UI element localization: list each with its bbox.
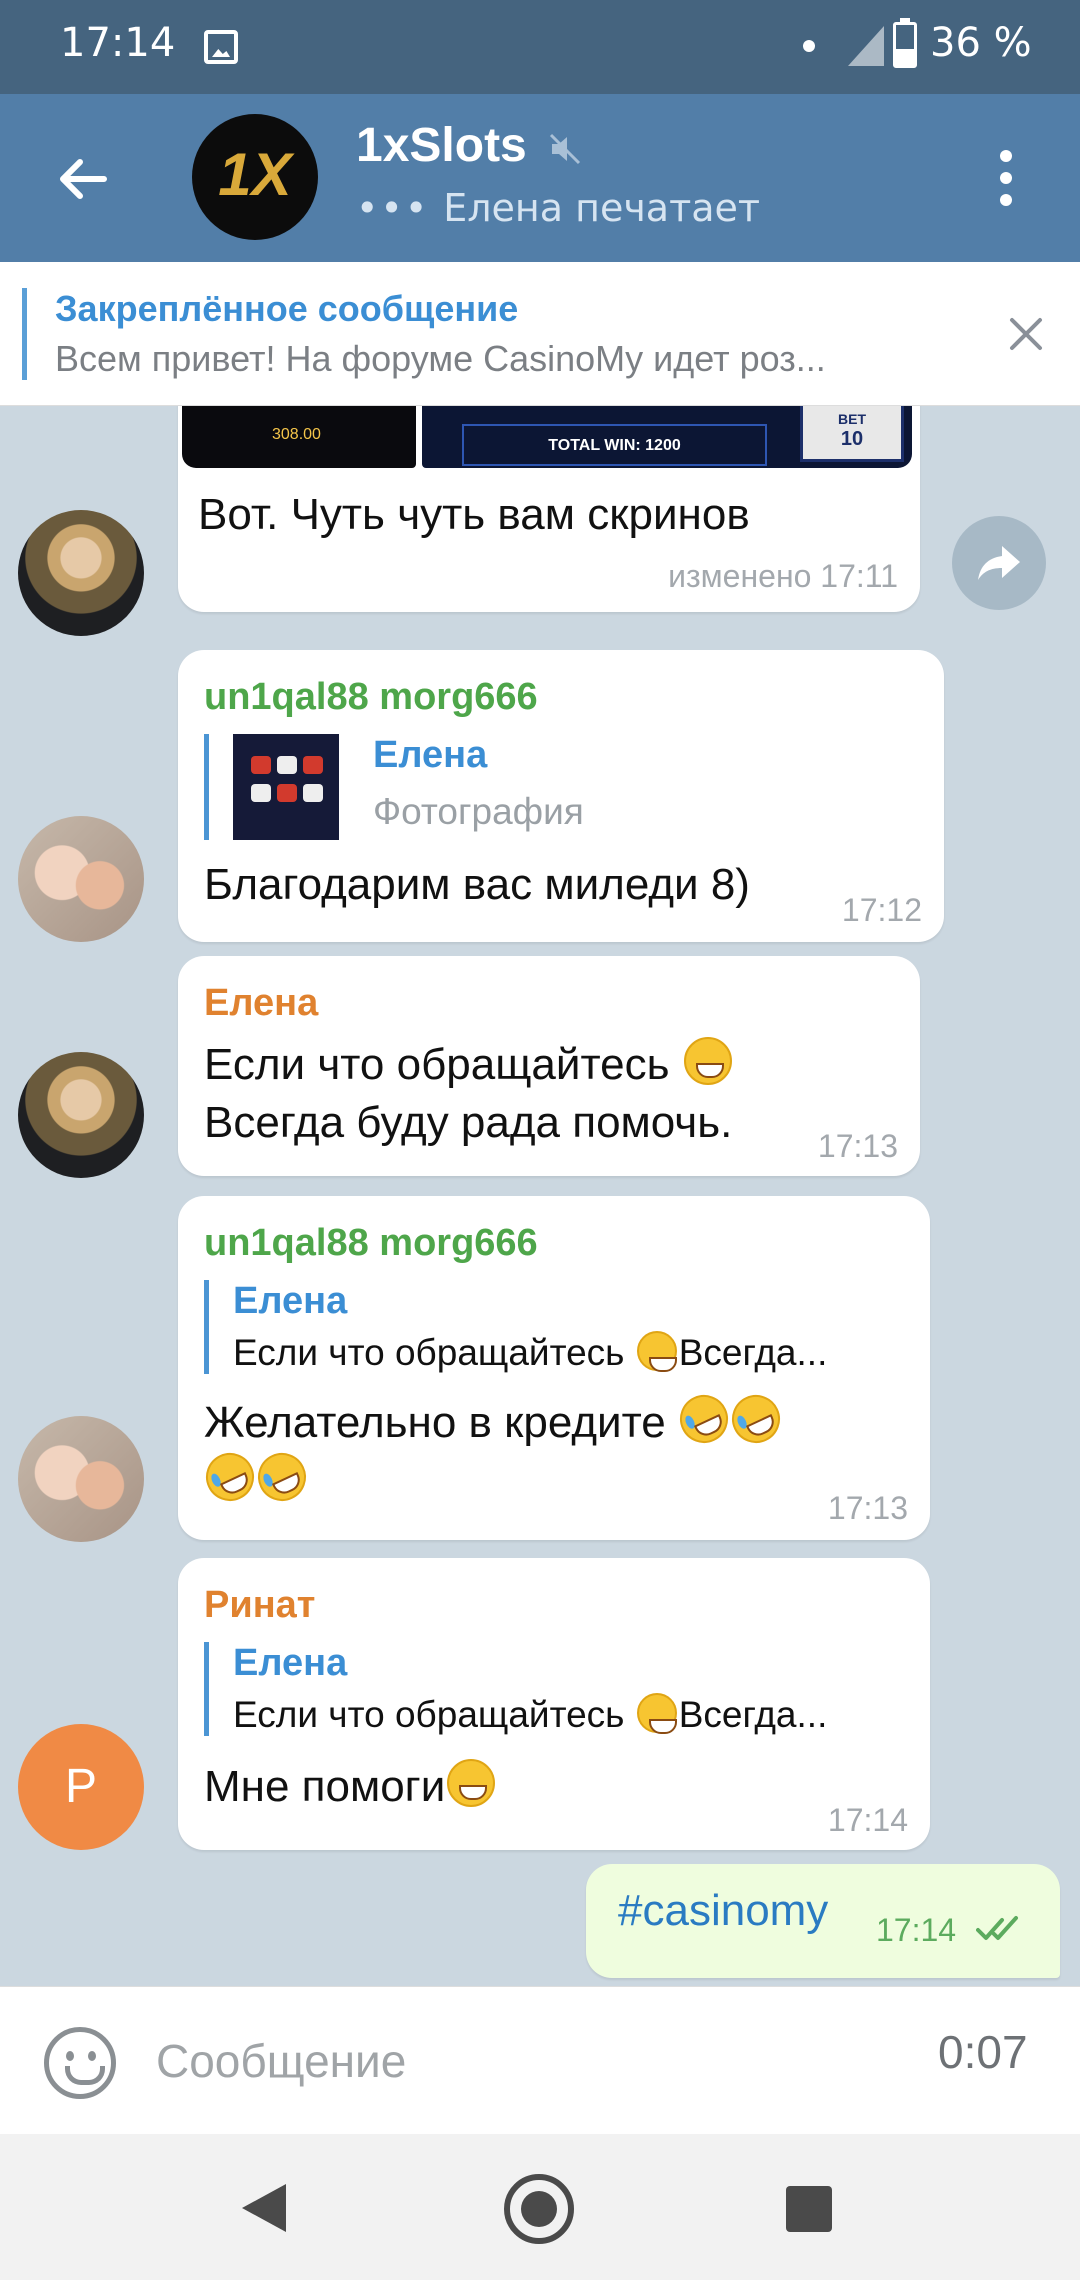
pinned-accent-bar — [22, 288, 27, 380]
status-time: 17:14 — [60, 20, 176, 66]
screenshot-album[interactable]: 308.00 TOTAL WIN: 1200 BET 10 — [182, 406, 912, 468]
reply-text-part: Всегда... — [678, 1694, 828, 1735]
avatar-rinat[interactable]: Р — [18, 1724, 144, 1850]
reply-text: Если что обращайтесь Всегда... — [233, 1331, 894, 1374]
forward-icon — [978, 546, 1020, 580]
reply-preview[interactable]: Елена Фотография — [204, 734, 584, 840]
reply-text-part: Всегда... — [678, 1332, 828, 1373]
signal-icon — [848, 26, 884, 66]
rofl-emoji-icon — [250, 1445, 314, 1509]
message-bubble[interactable]: un1qal88 morg666 Елена Если что обращайт… — [178, 1196, 930, 1540]
grinning-emoji-icon — [636, 1331, 677, 1372]
record-time: 0:07 — [938, 2026, 1028, 2078]
message-text-content: Желательно в кредите — [204, 1398, 666, 1447]
screenshot-bet-box: BET 10 — [800, 406, 904, 462]
typing-dots-icon: ••• — [356, 186, 430, 230]
screenshot-photo-1[interactable]: 308.00 — [182, 406, 416, 468]
gallery-notification-icon — [204, 30, 238, 64]
reply-preview[interactable]: Елена Если что обращайтесь Всегда... — [204, 1642, 894, 1736]
forward-button[interactable] — [952, 516, 1046, 610]
mute-icon — [549, 133, 581, 165]
reply-name: Елена — [373, 734, 488, 776]
reply-photo-thumbnail — [233, 734, 339, 840]
message-text-line-2: Всегда буду рада помочь. — [204, 1098, 733, 1147]
nav-back-icon[interactable] — [242, 2184, 286, 2232]
avatar-un1qal88[interactable] — [18, 816, 144, 942]
avatar-elena[interactable] — [18, 1052, 144, 1178]
channel-avatar[interactable]: 1X — [192, 114, 318, 240]
message-time: изменено 17:11 — [668, 558, 898, 594]
nav-home-icon[interactable] — [504, 2174, 574, 2244]
message-input[interactable] — [156, 2025, 856, 2097]
message-bubble[interactable]: 308.00 TOTAL WIN: 1200 BET 10 Вот. Чуть ч… — [178, 406, 920, 612]
message-text: Если что обращайтесь — [204, 1040, 670, 1089]
reply-preview[interactable]: Елена Если что обращайтесь Всегда... — [204, 1280, 894, 1374]
message-bubble[interactable]: Ринат Елена Если что обращайтесь Всегда.… — [178, 1558, 930, 1850]
message-composer: 0:07 — [0, 1986, 1080, 2134]
screenshot-total-win: TOTAL WIN: 1200 — [462, 424, 767, 466]
pinned-title: Закреплённое сообщение — [55, 288, 519, 329]
screenshot-bet-label: BET — [838, 411, 866, 427]
grinning-emoji-icon — [683, 1037, 732, 1085]
pinned-message[interactable]: Закреплённое сообщение Всем привет! На ф… — [0, 262, 1080, 406]
message-text: Мне помоги — [204, 1758, 497, 1816]
reply-text-part: Если что обращайтесь — [233, 1332, 625, 1373]
message-text: Вот. Чуть чуть вам скринов — [198, 490, 750, 539]
reply-name: Елена — [233, 1280, 348, 1322]
message-time: 17:13 — [827, 1490, 908, 1526]
typing-status: ••• Елена печатает — [356, 186, 760, 230]
pinned-text: Всем привет! На форуме CasinoMy идет роз… — [55, 338, 826, 379]
reply-text-part: Если что обращайтесь — [233, 1694, 625, 1735]
screenshot-photo-2[interactable]: TOTAL WIN: 1200 BET 10 — [422, 406, 912, 468]
battery-icon — [893, 18, 917, 68]
back-arrow-icon — [60, 159, 107, 199]
outgoing-message-bubble[interactable]: #casinomy 17:14 — [586, 1864, 1060, 1978]
avatar-elena[interactable] — [18, 510, 144, 636]
emoji-icon[interactable] — [44, 2027, 116, 2099]
chat-header: 1X 1xSlots ••• Елена печатает — [0, 94, 1080, 262]
message-sender[interactable]: un1qal88 morg666 — [204, 676, 538, 719]
message-bubble[interactable]: un1qal88 morg666 Елена Фотография Благод… — [178, 650, 944, 942]
grinning-emoji-icon — [447, 1759, 496, 1807]
reply-text: Фотография — [373, 791, 584, 832]
message-bubble[interactable]: Елена Если что обращайтесь Всегда буду р… — [178, 956, 920, 1176]
reply-name: Елена — [233, 1642, 348, 1684]
message-text-line-1: Если что обращайтесь — [204, 1036, 734, 1094]
grinning-emoji-icon — [636, 1693, 677, 1734]
message-sender[interactable]: Елена — [204, 982, 318, 1025]
avatar-un1qal88[interactable] — [18, 1416, 144, 1542]
rofl-emoji-icon — [724, 1387, 788, 1451]
message-text-content: Мне помоги — [204, 1762, 446, 1811]
message-list[interactable]: 308.00 TOTAL WIN: 1200 BET 10 Вот. Чуть ч… — [0, 406, 1080, 1986]
screenshot-win-value: 308.00 — [272, 426, 321, 443]
message-sender[interactable]: un1qal88 morg666 — [204, 1222, 538, 1265]
message-time: 17:12 — [841, 892, 922, 928]
close-icon[interactable] — [1004, 312, 1048, 356]
rofl-emoji-icon — [672, 1387, 736, 1451]
status-bar: 17:14 36 % — [0, 0, 1080, 94]
message-text: Желательно в кредите — [198, 1387, 844, 1510]
more-vert-icon[interactable] — [990, 144, 1022, 214]
screenshot-bet-value: 10 — [840, 428, 864, 450]
rofl-emoji-icon — [198, 1445, 262, 1509]
outgoing-message-text[interactable]: #casinomy — [618, 1886, 828, 1936]
message-sender[interactable]: Ринат — [204, 1584, 315, 1627]
message-time: 17:13 — [817, 1128, 898, 1164]
nav-recent-icon[interactable] — [786, 2186, 832, 2232]
channel-logo-text: 1X — [218, 141, 292, 208]
message-text: Благодарим вас миледи 8) — [204, 860, 750, 909]
reply-body: Елена Фотография — [373, 734, 584, 833]
double-check-icon — [976, 1916, 1018, 1940]
back-button[interactable] — [48, 144, 118, 214]
outgoing-message-time: 17:14 — [876, 1912, 957, 1948]
battery-percent: 36 % — [930, 20, 1032, 66]
reply-text: Если что обращайтесь Всегда... — [233, 1693, 894, 1736]
system-nav-bar — [0, 2134, 1080, 2280]
message-time: 17:14 — [827, 1802, 908, 1838]
notification-dot-icon — [803, 40, 815, 52]
typing-text: Елена печатает — [443, 186, 761, 230]
chat-title[interactable]: 1xSlots — [356, 118, 527, 173]
